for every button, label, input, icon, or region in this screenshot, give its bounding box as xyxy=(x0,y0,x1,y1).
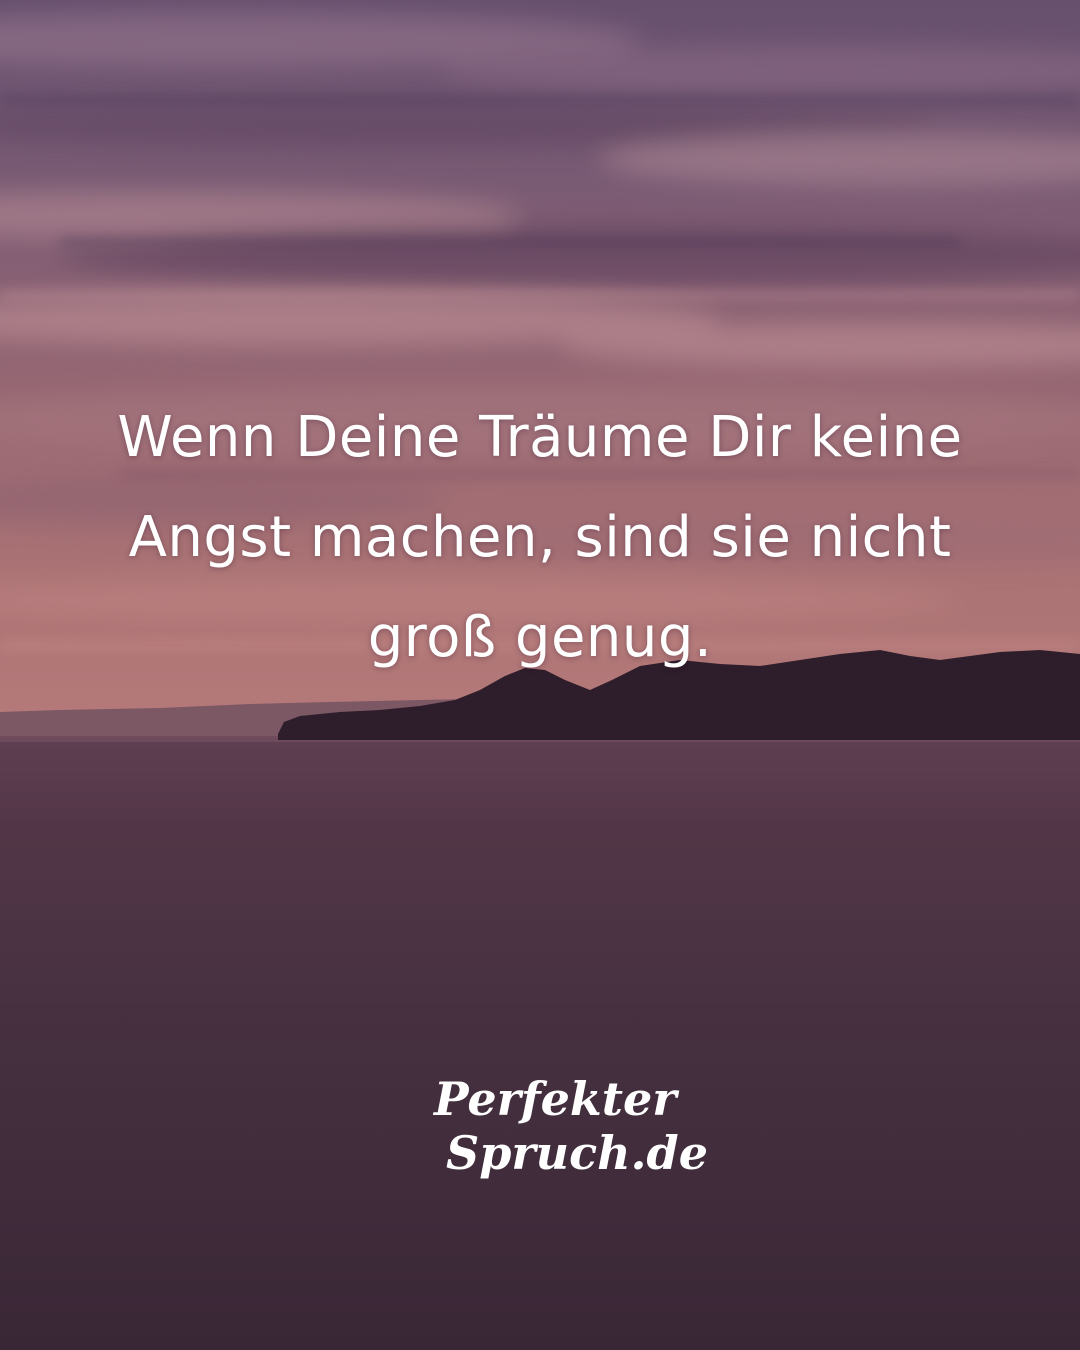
quote-line-1: Wenn Deine Träume Dir keine xyxy=(117,405,963,470)
sea xyxy=(0,736,1080,1350)
logo-line-1: Perfekter xyxy=(434,1072,677,1126)
logo-line-2: Spruch.de xyxy=(446,1126,708,1180)
quote-line-2: Angst machen, sind sie nicht xyxy=(128,505,952,570)
quote-text: Wenn Deine Träume Dir keine Angst machen… xyxy=(40,388,1040,688)
quote-line-3: groß genug. xyxy=(367,605,713,670)
brand-logo: Perfekter Spruch.de xyxy=(430,1072,708,1180)
quote-card: Wenn Deine Träume Dir keine Angst machen… xyxy=(0,0,1080,1350)
